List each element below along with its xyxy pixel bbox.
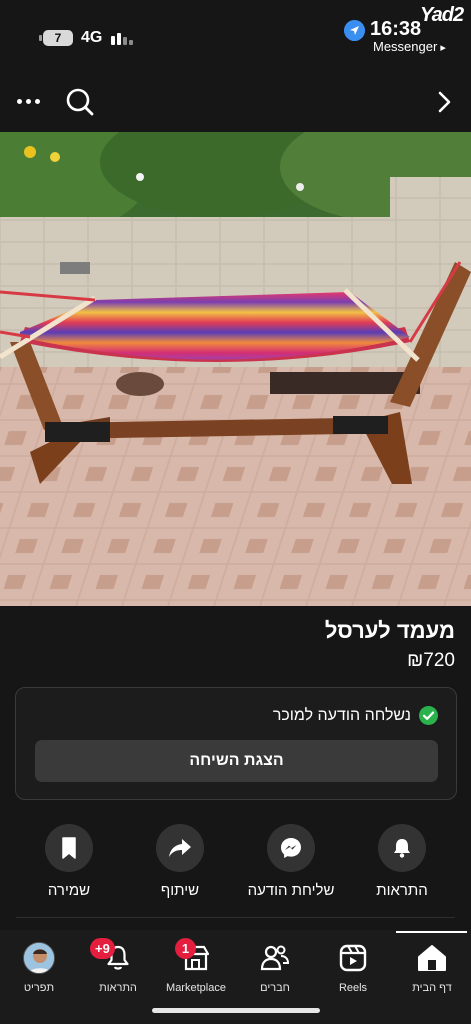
location-arrow-icon [344,20,365,41]
status-bar: 7 4G 16:38 Messenger Yad2 [0,0,471,62]
active-tab-indicator [396,931,467,933]
home-indicator [152,1008,320,1013]
messenger-icon [281,838,301,858]
search-icon[interactable] [64,86,96,118]
share-action[interactable]: שיתוף [120,824,240,899]
home-icon [418,945,446,971]
tab-marketplace[interactable]: 1 Marketplace [157,938,235,994]
listing-photo[interactable] [0,132,471,606]
message-sent-card: נשלחה הודעה למוכר הצגת השיחה [15,687,457,800]
watermark-logo: Yad2 [420,4,464,26]
signal-icon [111,32,135,45]
action-label: שמירה [47,882,91,899]
divider [16,917,455,918]
tab-label: תפריט [23,982,55,994]
tab-label: Reels [338,982,368,994]
action-label: שיתוף [160,882,200,899]
avatar-icon [23,942,55,974]
action-row: התראות שליחת הודעה שיתוף שמירה [0,824,471,904]
tab-notifications[interactable]: +9 התראות [79,938,157,994]
top-navigation [0,72,471,132]
bell-icon [394,839,410,858]
message-sent-text: נשלחה הודעה למוכר [272,706,411,724]
send-message-action[interactable]: שליחת הודעה [231,824,351,899]
chevron-right-icon[interactable] [432,90,456,114]
tab-menu[interactable]: תפריט [0,942,78,994]
friends-icon [260,945,290,971]
alerts-action[interactable]: התראות [342,824,462,899]
listing-price: ₪720 [407,650,455,671]
tab-label: Marketplace [166,982,226,994]
listing-title: מעמד לערסל [324,618,455,643]
tab-home[interactable]: דף הבית [393,942,471,994]
notifications-badge: +9 [90,938,115,959]
marketplace-badge: 1 [175,938,196,959]
tab-label: חברים [260,982,290,994]
battery-indicator: 7 [39,30,73,46]
tab-reels[interactable]: Reels [314,942,392,994]
back-to-app-link[interactable]: Messenger [373,39,446,54]
tab-friends[interactable]: חברים [236,942,314,994]
share-icon [169,839,191,857]
check-circle-icon [419,706,438,725]
save-action[interactable]: שמירה [9,824,129,899]
tab-label: התראות [99,982,137,994]
network-type: 4G [81,29,103,46]
action-label: שליחת הודעה [247,882,335,899]
tab-label: דף הבית [412,982,452,994]
clock: 16:38 [370,18,422,40]
message-sent-status: נשלחה הודעה למוכר [273,706,438,725]
view-conversation-button[interactable]: הצגת השיחה [35,740,438,782]
reels-icon [339,944,367,972]
bookmark-icon [62,837,76,859]
action-label: התראות [376,882,428,899]
more-dots-icon[interactable] [16,97,42,107]
